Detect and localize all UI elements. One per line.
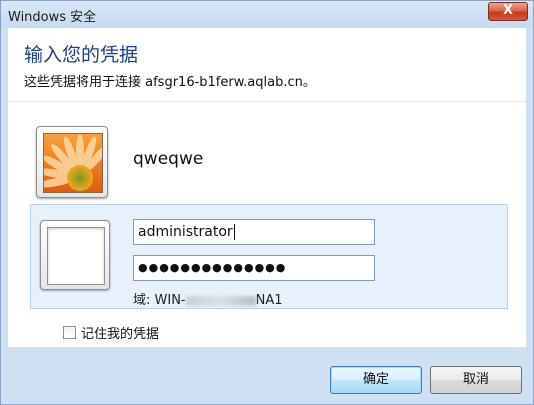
remember-label: 记住我的凭据 xyxy=(81,327,160,342)
username-input[interactable]: administrator xyxy=(133,219,375,245)
domain-label: 域: WIN- NA1 xyxy=(133,289,283,308)
header-separator xyxy=(8,101,526,102)
remember-checkbox[interactable] xyxy=(63,326,76,339)
password-mask: ●●●●●●●●●●●●●● xyxy=(138,261,287,274)
username-value: administrator xyxy=(138,224,233,240)
remember-credentials-option[interactable]: 记住我的凭据 xyxy=(63,323,159,342)
dialog-content: 输入您的凭据 这些凭据将用于连接 afsgr16-b1ferw.aqlab.cn… xyxy=(8,27,526,347)
cancel-button[interactable]: 取消 xyxy=(430,366,522,394)
saved-user-name: qweqwe xyxy=(133,149,204,169)
blank-avatar-icon xyxy=(47,227,105,285)
ok-button[interactable]: 确定 xyxy=(330,366,422,394)
credential-entry-panel: administrator ●●●●●●●●●●●●●● 域: WIN- NA1 xyxy=(30,204,508,309)
window-title: Windows 安全 xyxy=(8,10,97,25)
new-user-tile xyxy=(40,220,110,290)
credential-dialog: Windows 安全 X 输入您的凭据 这些凭据将用于连接 afsgr16-b1… xyxy=(0,0,534,405)
text-caret xyxy=(233,224,235,240)
domain-prefix: 域: WIN- xyxy=(133,293,186,308)
redacted-domain-part xyxy=(185,295,256,306)
domain-suffix: NA1 xyxy=(255,293,283,308)
close-button[interactable]: X xyxy=(488,2,528,21)
title-bar: Windows 安全 X xyxy=(1,1,533,27)
saved-user-tile[interactable] xyxy=(36,126,108,198)
dialog-subtitle: 这些凭据将用于连接 afsgr16-b1ferw.aqlab.cn。 xyxy=(24,75,316,90)
user-avatar-flower-icon xyxy=(43,133,103,193)
dialog-heading: 输入您的凭据 xyxy=(24,44,139,66)
close-icon: X xyxy=(502,3,514,18)
password-input[interactable]: ●●●●●●●●●●●●●● xyxy=(133,255,375,281)
